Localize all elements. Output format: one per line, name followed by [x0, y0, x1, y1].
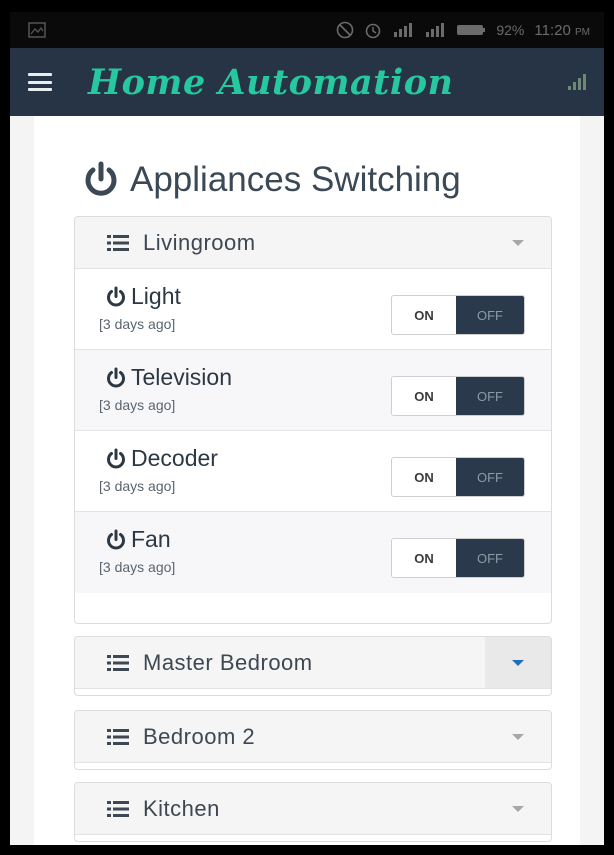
- off-button[interactable]: OFF: [456, 458, 524, 496]
- appliance-row-fan: Fan [3 days ago] ON OFF: [75, 512, 551, 593]
- appliance-name: Fan: [131, 526, 171, 552]
- do-not-disturb-icon: [337, 21, 354, 39]
- room-panel-master-bedroom: Master Bedroom: [74, 636, 552, 696]
- page-title: Appliances Switching: [82, 160, 461, 200]
- last-changed: [3 days ago]: [99, 316, 176, 332]
- appliance-name: Decoder: [131, 445, 218, 471]
- off-button[interactable]: OFF: [456, 296, 524, 334]
- room-name: Master Bedroom: [143, 649, 313, 675]
- room-toggle-livingroom[interactable]: [485, 217, 551, 268]
- app-bar: Home Automation: [10, 48, 604, 116]
- on-button[interactable]: ON: [392, 296, 456, 334]
- signal-strength-icon: [568, 74, 586, 90]
- alarm-icon: [366, 23, 381, 39]
- list-icon: [107, 728, 129, 745]
- room-panel-bedroom-2: Bedroom 2: [74, 710, 552, 770]
- room-toggle-bedroom-2[interactable]: [485, 711, 551, 762]
- chevron-down-icon: [512, 733, 524, 740]
- battery-percent: 92%: [496, 22, 525, 38]
- appliance-row-television: Television [3 days ago] ON OFF: [75, 350, 551, 431]
- power-icon: [107, 286, 125, 306]
- last-changed: [3 days ago]: [99, 559, 176, 575]
- on-button[interactable]: ON: [392, 377, 456, 415]
- room-header-master-bedroom[interactable]: Master Bedroom: [75, 637, 551, 689]
- switch-light[interactable]: ON OFF: [391, 295, 525, 335]
- room-header-bedroom-2[interactable]: Bedroom 2: [75, 711, 551, 763]
- switch-fan[interactable]: ON OFF: [391, 538, 525, 578]
- phone-screen: 92% 11:20 PM Home Automation Appliances …: [10, 12, 604, 845]
- battery-icon: [457, 25, 486, 35]
- list-icon: [107, 800, 129, 817]
- cell-signal-1-icon: [394, 23, 413, 37]
- appliance-row-decoder: Decoder [3 days ago] ON OFF: [75, 431, 551, 512]
- status-bar: 92% 11:20 PM: [10, 12, 604, 48]
- appliance-row-light: Light [3 days ago] ON OFF: [75, 269, 551, 350]
- page-title-text: Appliances Switching: [130, 160, 461, 199]
- appliance-name-row: Light: [105, 283, 181, 310]
- room-header-livingroom[interactable]: Livingroom: [75, 217, 551, 269]
- power-icon: [107, 529, 125, 549]
- off-button[interactable]: OFF: [456, 539, 524, 577]
- menu-icon[interactable]: [28, 73, 52, 91]
- clock: 11:20 PM: [534, 22, 590, 39]
- power-icon: [85, 161, 117, 196]
- room-header-kitchen[interactable]: Kitchen: [75, 783, 551, 835]
- power-icon: [107, 367, 125, 387]
- room-name: Kitchen: [143, 795, 220, 821]
- main-content: Appliances Switching Livingroom Light [3…: [34, 116, 580, 845]
- on-button[interactable]: ON: [392, 539, 456, 577]
- cell-signal-2-icon: [426, 23, 445, 37]
- appliance-name-row: Decoder: [105, 445, 218, 472]
- gallery-notification-icon: [28, 22, 46, 38]
- list-icon: [107, 234, 129, 251]
- room-toggle-master-bedroom[interactable]: [485, 637, 551, 688]
- switch-television[interactable]: ON OFF: [391, 376, 525, 416]
- appliance-name: Light: [131, 283, 181, 309]
- room-name: Livingroom: [143, 229, 256, 255]
- chevron-down-icon: [512, 805, 524, 812]
- appliance-name: Television: [131, 364, 232, 390]
- chevron-down-icon: [512, 239, 524, 246]
- room-panel-kitchen: Kitchen: [74, 782, 552, 842]
- clock-time: 11:20: [534, 21, 571, 39]
- off-button[interactable]: OFF: [456, 377, 524, 415]
- last-changed: [3 days ago]: [99, 478, 176, 494]
- room-panel-livingroom: Livingroom Light [3 days ago] ON OFF Tel…: [74, 216, 552, 624]
- chevron-down-icon: [512, 659, 524, 666]
- list-icon: [107, 654, 129, 671]
- clock-suffix: PM: [575, 26, 590, 38]
- appliance-name-row: Television: [105, 364, 232, 391]
- app-title: Home Automation: [88, 61, 454, 103]
- power-icon: [107, 448, 125, 468]
- room-name: Bedroom 2: [143, 723, 256, 749]
- last-changed: [3 days ago]: [99, 397, 176, 413]
- switch-decoder[interactable]: ON OFF: [391, 457, 525, 497]
- room-toggle-kitchen[interactable]: [485, 783, 551, 834]
- on-button[interactable]: ON: [392, 458, 456, 496]
- appliance-name-row: Fan: [105, 526, 171, 553]
